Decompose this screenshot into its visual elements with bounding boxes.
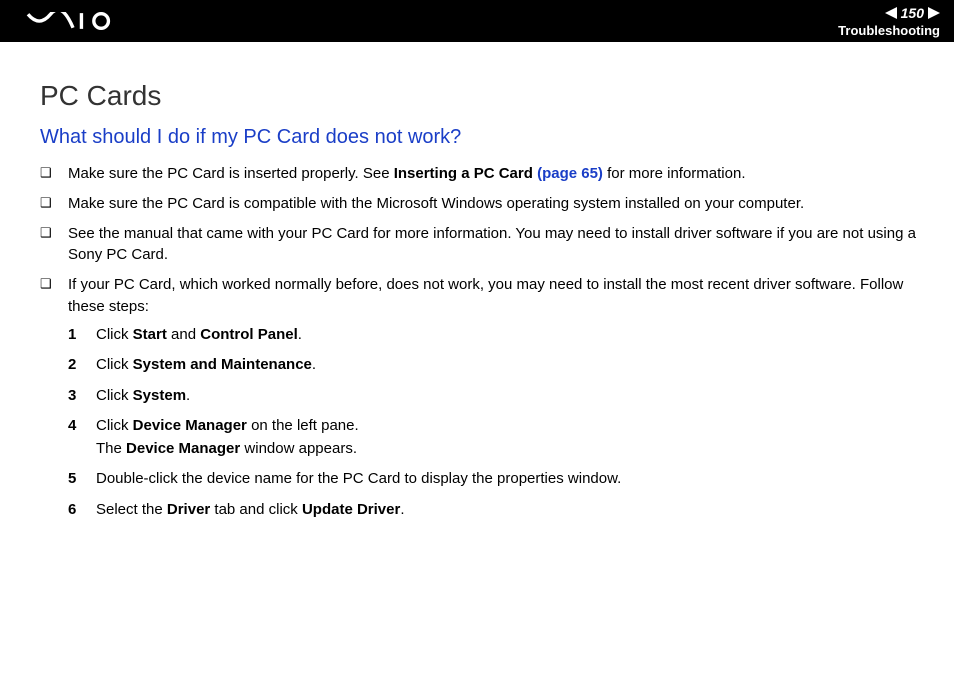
text: for more information. xyxy=(603,165,746,182)
list-item: If your PC Card, which worked normally b… xyxy=(40,274,920,521)
bold-text: Driver xyxy=(167,501,210,518)
bold-text: Control Panel xyxy=(200,326,298,343)
page-title: PC Cards xyxy=(40,80,920,112)
header-right: 150 Troubleshooting xyxy=(838,5,940,38)
bold-text: Inserting a PC Card xyxy=(394,165,537,182)
page-number: 150 xyxy=(901,5,924,21)
step-item: 2 Click System and Maintenance. xyxy=(68,354,920,377)
step-number: 1 xyxy=(68,324,76,347)
page-header: 150 Troubleshooting xyxy=(0,0,954,42)
page-content: PC Cards What should I do if my PC Card … xyxy=(0,42,954,521)
step-number: 3 xyxy=(68,385,76,408)
bold-text: Device Manager xyxy=(126,440,240,457)
step-item: 6 Select the Driver tab and click Update … xyxy=(68,499,920,522)
next-page-arrow-icon[interactable] xyxy=(928,7,940,19)
steps-list: 1 Click Start and Control Panel. 2 Click S… xyxy=(68,324,920,522)
section-label: Troubleshooting xyxy=(838,23,940,38)
step-body: Click Device Manager on the left pane.Th… xyxy=(96,417,359,457)
question-heading: What should I do if my PC Card does not … xyxy=(40,126,920,149)
step-body: Click Start and Control Panel. xyxy=(96,326,302,343)
bold-text: Update Driver xyxy=(302,501,400,518)
step-number: 4 xyxy=(68,415,76,438)
text: Make sure the PC Card is compatible with… xyxy=(68,195,804,212)
bold-text: Start xyxy=(133,326,167,343)
list-item: Make sure the PC Card is compatible with… xyxy=(40,193,920,215)
bold-text: System xyxy=(133,387,186,404)
step-body: Click System. xyxy=(96,387,190,404)
text: Make sure the PC Card is inserted proper… xyxy=(68,165,394,182)
bold-text: System and Maintenance xyxy=(133,356,312,373)
vaio-logo-svg xyxy=(18,12,128,30)
step-body: Double-click the device name for the PC … xyxy=(96,470,621,487)
step-number: 2 xyxy=(68,354,76,377)
step-number: 6 xyxy=(68,499,76,522)
step-item: 3 Click System. xyxy=(68,385,920,408)
step-item: 1 Click Start and Control Panel. xyxy=(68,324,920,347)
step-body: Click System and Maintenance. xyxy=(96,356,316,373)
bullet-list: Make sure the PC Card is inserted proper… xyxy=(40,163,920,521)
text: If your PC Card, which worked normally b… xyxy=(68,276,903,315)
step-body: Select the Driver tab and click Update D… xyxy=(96,501,405,518)
list-item: Make sure the PC Card is inserted proper… xyxy=(40,163,920,185)
vaio-logo xyxy=(18,12,128,30)
list-item: See the manual that came with your PC Ca… xyxy=(40,223,920,267)
page-nav: 150 xyxy=(885,5,940,21)
step-item: 4 Click Device Manager on the left pane.T… xyxy=(68,415,920,460)
prev-page-arrow-icon[interactable] xyxy=(885,7,897,19)
bold-text: Device Manager xyxy=(133,417,247,434)
step-number: 5 xyxy=(68,468,76,491)
page-link[interactable]: (page 65) xyxy=(537,165,603,182)
step-item: 5 Double-click the device name for the PC… xyxy=(68,468,920,491)
text: See the manual that came with your PC Ca… xyxy=(68,225,916,264)
